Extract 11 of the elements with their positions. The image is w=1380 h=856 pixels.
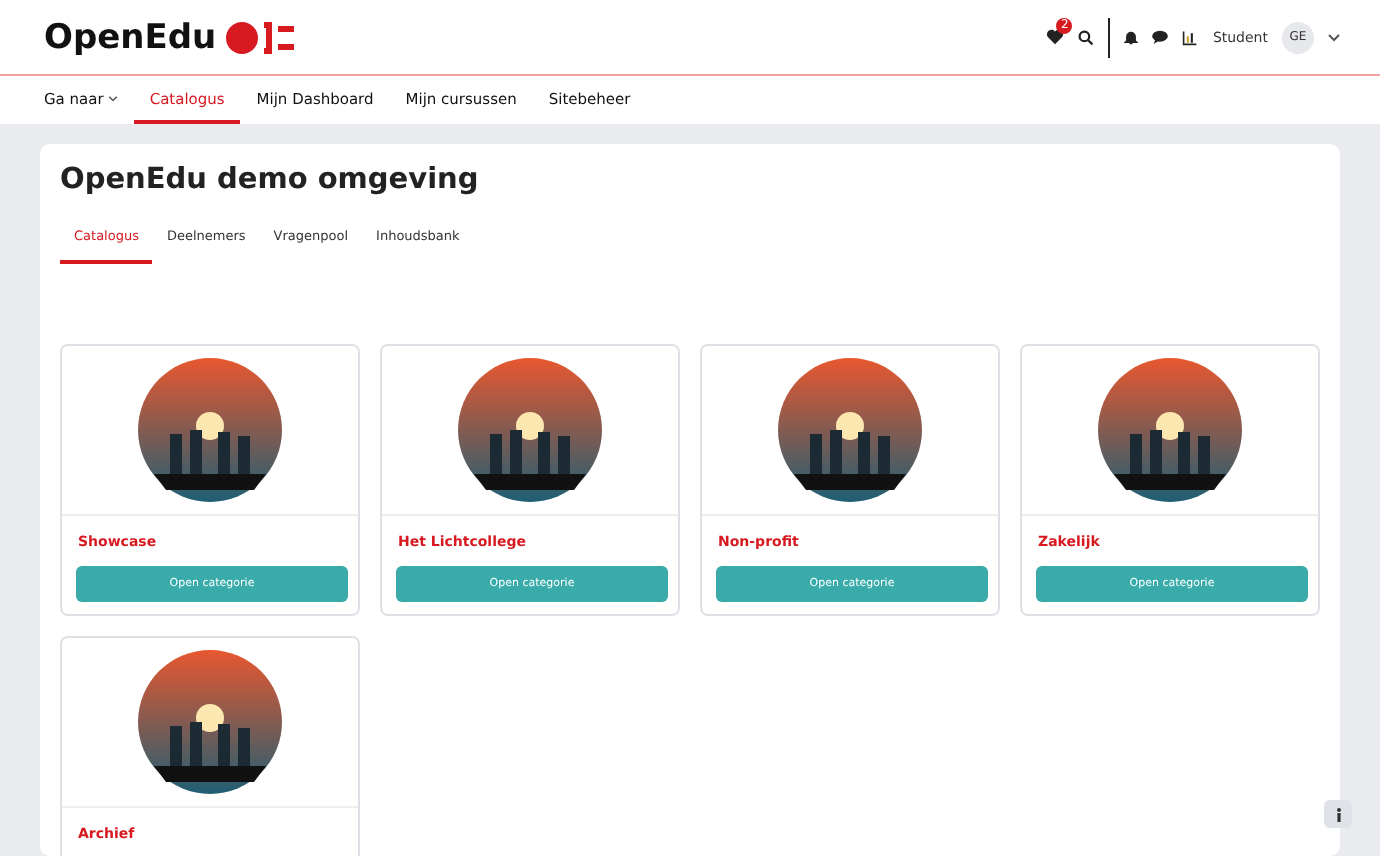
search-icon[interactable] [1078, 29, 1095, 45]
bell-icon[interactable] [1124, 29, 1139, 45]
logo-icon [226, 19, 295, 55]
heart-icon[interactable] [1046, 28, 1065, 46]
info-icon [1335, 807, 1341, 821]
logo-text: OpenEdu [44, 17, 217, 57]
info-button[interactable] [1324, 800, 1352, 828]
chat-icon[interactable] [1152, 30, 1169, 44]
page-title: OpenEdu demo omgeving [60, 164, 481, 196]
chart-icon[interactable] [1182, 29, 1199, 45]
caret-icon[interactable] [1328, 33, 1340, 41]
